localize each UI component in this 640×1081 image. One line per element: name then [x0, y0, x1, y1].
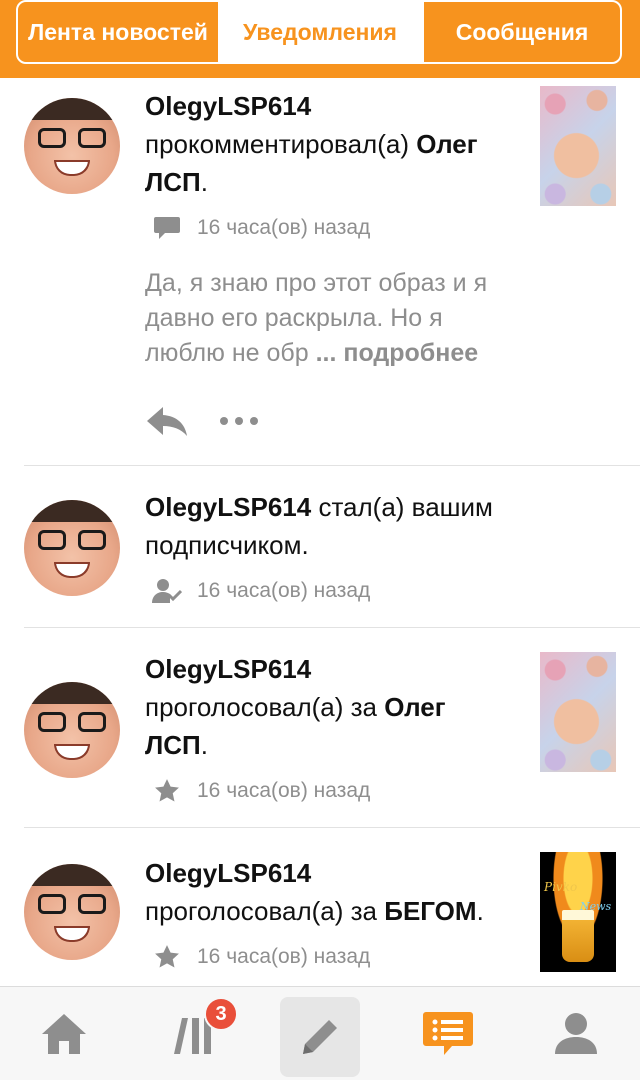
home-icon: [40, 1012, 88, 1056]
action-text: проголосовал(а) за: [145, 692, 378, 722]
username-link[interactable]: OlegyLSP614: [145, 654, 311, 684]
notification-item[interactable]: OlegyLSP614 прокомментировал(а) Олег ЛСП…: [0, 78, 640, 466]
timestamp: 16 часа(ов) назад: [197, 779, 371, 802]
notification-meta: 16 часа(ов) назад: [152, 576, 370, 606]
action-text: проголосовал(а) за: [145, 896, 378, 926]
notifications-list: OlegyLSP614 прокомментировал(а) Олег ЛСП…: [0, 78, 640, 986]
notification-meta: 16 часа(ов) назад: [152, 776, 370, 806]
post-thumbnail[interactable]: [540, 652, 616, 772]
username-link[interactable]: OlegyLSP614: [145, 492, 311, 522]
tab-messages[interactable]: Сообщения: [422, 2, 620, 62]
punctuation: .: [476, 896, 484, 926]
star-icon: [152, 778, 182, 804]
edit-icon: [297, 1014, 343, 1060]
tab-news-feed[interactable]: Лента новостей: [18, 2, 218, 62]
read-more-link[interactable]: подробнее: [343, 339, 478, 367]
reply-icon[interactable]: [145, 405, 189, 437]
notification-meta: 16 часа(ов) назад: [152, 213, 370, 243]
avatar[interactable]: [24, 864, 120, 960]
timestamp: 16 часа(ов) назад: [197, 216, 371, 239]
object-link[interactable]: БЕГОМ: [384, 896, 476, 926]
username-link[interactable]: OlegyLSP614: [145, 858, 311, 888]
ellipsis: ...: [315, 339, 337, 367]
post-thumbnail[interactable]: Pivko News: [540, 852, 616, 972]
nav-feed[interactable]: 3: [150, 987, 238, 1081]
user-check-icon: [152, 578, 182, 604]
notification-item[interactable]: OlegyLSP614 проголосовал(а) за БЕГОМ. Pi…: [0, 828, 640, 986]
avatar[interactable]: [24, 682, 120, 778]
notification-item[interactable]: OlegyLSP614 проголосовал(а) за Олег ЛСП.…: [0, 628, 640, 828]
punctuation: .: [200, 730, 208, 760]
username-link[interactable]: OlegyLSP614: [145, 91, 311, 121]
post-thumbnail[interactable]: [540, 86, 616, 206]
chat-icon: [422, 1010, 474, 1058]
tab-notifications[interactable]: Уведомления: [218, 2, 422, 62]
notification-text: OlegyLSP614 проголосовал(а) за БЕГОМ.: [145, 854, 515, 930]
nav-home[interactable]: [26, 987, 102, 1081]
comment-actions: [145, 404, 259, 438]
avatar[interactable]: [24, 98, 120, 194]
tab-group: Лента новостей Уведомления Сообщения: [16, 0, 622, 64]
more-options-icon[interactable]: [219, 416, 259, 426]
notification-item[interactable]: OlegyLSP614 стал(а) вашим подписчиком. 1…: [0, 466, 640, 628]
avatar[interactable]: [24, 500, 120, 596]
notification-meta: 16 часа(ов) назад: [152, 942, 370, 972]
comment-preview: Да, я знаю про этот образ и я давно его …: [145, 266, 525, 371]
nav-profile[interactable]: [536, 987, 616, 1081]
notification-badge: 3: [204, 997, 238, 1031]
comment-icon: [152, 215, 182, 241]
action-text: прокомментировал(а): [145, 129, 409, 159]
notification-text: OlegyLSP614 проголосовал(а) за Олег ЛСП.: [145, 650, 515, 764]
timestamp: 16 часа(ов) назад: [197, 579, 371, 602]
timestamp: 16 часа(ов) назад: [197, 945, 371, 968]
profile-icon: [553, 1012, 599, 1056]
bottom-nav: 3: [0, 986, 640, 1080]
notification-text: OlegyLSP614 стал(а) вашим подписчиком.: [145, 488, 535, 564]
punctuation: .: [200, 167, 208, 197]
thumbnail-label: Pivko: [544, 880, 578, 894]
top-tab-bar: Лента новостей Уведомления Сообщения: [0, 0, 640, 78]
nav-create[interactable]: [280, 997, 360, 1077]
nav-notifications[interactable]: [410, 987, 486, 1081]
star-icon: [152, 944, 182, 970]
notification-text: OlegyLSP614 прокомментировал(а) Олег ЛСП…: [145, 87, 515, 201]
